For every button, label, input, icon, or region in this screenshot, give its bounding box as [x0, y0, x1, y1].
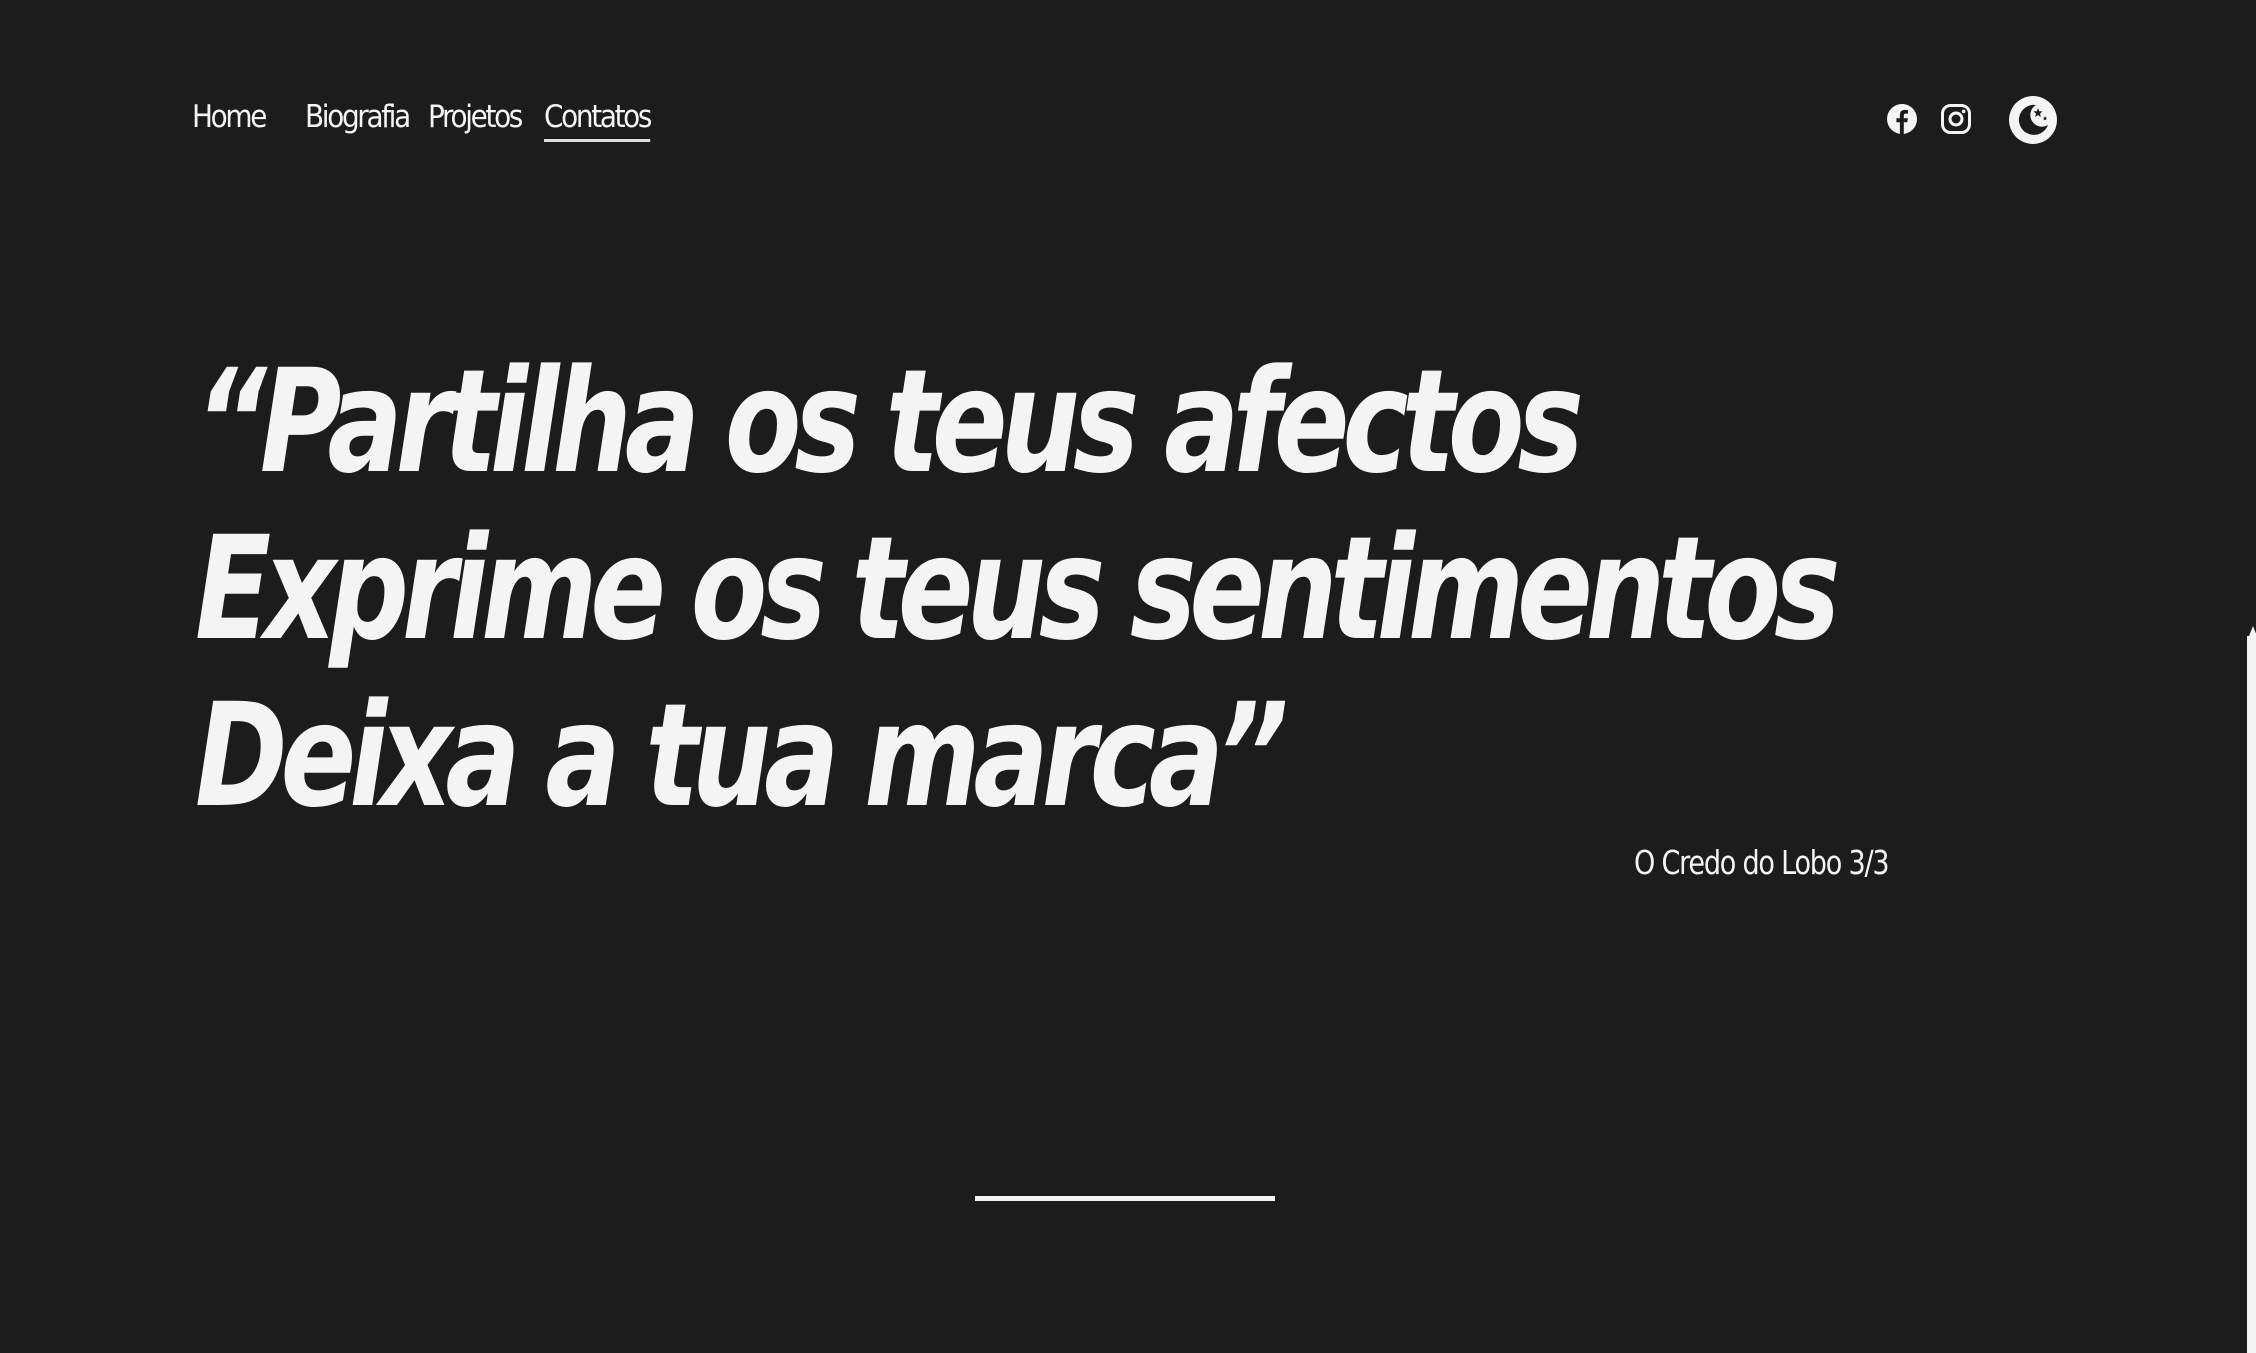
facebook-icon[interactable] [1884, 101, 1920, 137]
hero-quote: “Partilha os teus afectos Exprime os teu… [195, 338, 1840, 839]
slide-indicator[interactable] [975, 1196, 1275, 1201]
quote-line-1: “Partilha os teus afectos [195, 338, 1584, 505]
social-links [1880, 95, 2060, 145]
quote-line-2: Exprime os teus sentimentos [195, 505, 1840, 672]
scrollbar-arrow[interactable] [2249, 626, 2256, 636]
moon-stars-icon[interactable] [2008, 95, 2058, 145]
nav-link-home[interactable]: Home [192, 102, 267, 139]
nav-link-biografia[interactable]: Biografia [305, 102, 411, 139]
scrollbar-track[interactable] [2247, 636, 2256, 1353]
nav-link-contatos[interactable]: Contatos [544, 102, 652, 142]
instagram-icon[interactable] [1938, 101, 1974, 137]
nav-link-projetos[interactable]: Projetos [428, 102, 523, 139]
quote-caption: O Credo do Lobo 3/3 [1634, 843, 1890, 882]
quote-line-3: Deixa a tua marca” [195, 672, 1289, 839]
